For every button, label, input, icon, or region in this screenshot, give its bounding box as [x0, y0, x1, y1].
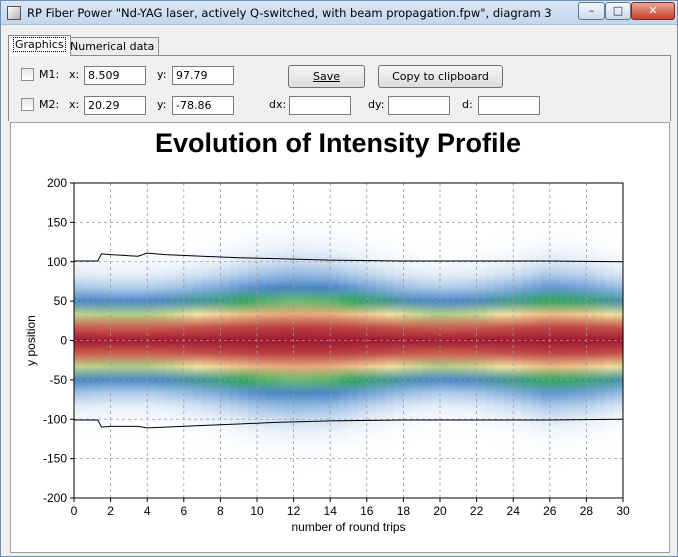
dx-label: dx: — [269, 98, 287, 111]
m2-y-field[interactable]: -78.86 — [172, 96, 234, 115]
x-tick-label: 6 — [180, 504, 187, 518]
x-tick-label: 20 — [433, 504, 447, 518]
tab-numerical-data-label: Numerical data — [70, 40, 155, 53]
x-tick-label: 4 — [144, 504, 151, 518]
x-tick-label: 0 — [71, 504, 78, 518]
save-button-label: Save — [312, 70, 340, 83]
y-tick-label: -150 — [43, 452, 67, 466]
y-tick-label: -200 — [43, 491, 67, 505]
maximize-button[interactable]: □ — [605, 2, 631, 20]
x-tick-label: 2 — [107, 504, 114, 518]
app-icon[interactable] — [7, 6, 21, 20]
m2-x-field[interactable]: 20.29 — [84, 96, 146, 115]
x-tick-label: 18 — [397, 504, 411, 518]
window-title: RP Fiber Power "Nd-YAG laser, actively Q… — [27, 6, 552, 20]
minimize-button[interactable]: – — [578, 2, 605, 20]
intensity-chart: 0 2 4 6 8 10 12 14 16 18 20 22 24 26 28 30200150100500-… — [24, 128, 630, 534]
y-tick-label: 0 — [60, 334, 67, 348]
dy-label: dy: — [368, 98, 385, 111]
copy-to-clipboard-button[interactable]: Copy to clipboard — [378, 65, 503, 88]
marker-panel: M1: x: 8.509 y: 97.79 Save Copy to clipb… — [8, 55, 671, 121]
m2-x-label: x: — [69, 98, 80, 111]
title-bar[interactable]: RP Fiber Power "Nd-YAG laser, actively Q… — [1, 1, 677, 25]
dy-field[interactable] — [388, 96, 450, 115]
x-tick-label: 28 — [580, 504, 594, 518]
y-tick-label: 150 — [47, 215, 67, 229]
x-tick-label: 12 — [287, 504, 301, 518]
d-label: d: — [462, 98, 473, 111]
m1-y-label: y: — [157, 68, 167, 81]
x-tick-label: 8 — [217, 504, 224, 518]
chart-frame: 0 2 4 6 8 10 12 14 16 18 20 22 24 26 28 30 200 150 100 50 0-… — [10, 122, 670, 553]
d-field[interactable] — [478, 96, 540, 115]
tab-graphics-label: Graphics — [13, 37, 66, 52]
x-tick-label: 22 — [470, 504, 484, 518]
m2-label: M2: — [39, 98, 60, 111]
x-tick-label: 16 — [360, 504, 374, 518]
close-button[interactable]: ✕ — [631, 2, 675, 20]
y-tick-label: -100 — [43, 412, 67, 426]
m1-checkbox[interactable] — [21, 68, 34, 81]
tab-numerical-data[interactable]: Numerical data — [65, 37, 160, 57]
m1-x-label: x: — [69, 68, 80, 81]
y-tick-label: -50 — [50, 373, 68, 387]
y-tick-label: 100 — [47, 255, 67, 269]
y-axis-label: y position — [24, 315, 38, 366]
x-tick-label: 30 — [616, 504, 630, 518]
y-tick-label: 200 — [47, 176, 67, 190]
x-tick-label: 14 — [324, 504, 338, 518]
app-window: RP Fiber Power "Nd-YAG laser, actively Q… — [0, 0, 678, 557]
y-tick-label: 50 — [54, 294, 68, 308]
dx-field[interactable] — [289, 96, 351, 115]
chart-title: Evolution of Intensity Profile — [155, 128, 521, 158]
x-tick-label: 24 — [507, 504, 521, 518]
m1-y-field[interactable]: 97.79 — [172, 66, 234, 85]
m1-x-field[interactable]: 8.509 — [84, 66, 146, 85]
m2-y-label: y: — [157, 98, 167, 111]
x-axis-label: number of round trips — [291, 520, 405, 534]
x-tick-label: 26 — [543, 504, 557, 518]
tab-graphics[interactable]: Graphics — [8, 35, 71, 56]
copy-button-label: Copy to clipboard — [392, 70, 489, 83]
save-button[interactable]: Save — [288, 65, 365, 88]
m2-checkbox[interactable] — [21, 98, 34, 111]
m1-label: M1: — [39, 68, 60, 81]
x-tick-label: 10 — [250, 504, 264, 518]
